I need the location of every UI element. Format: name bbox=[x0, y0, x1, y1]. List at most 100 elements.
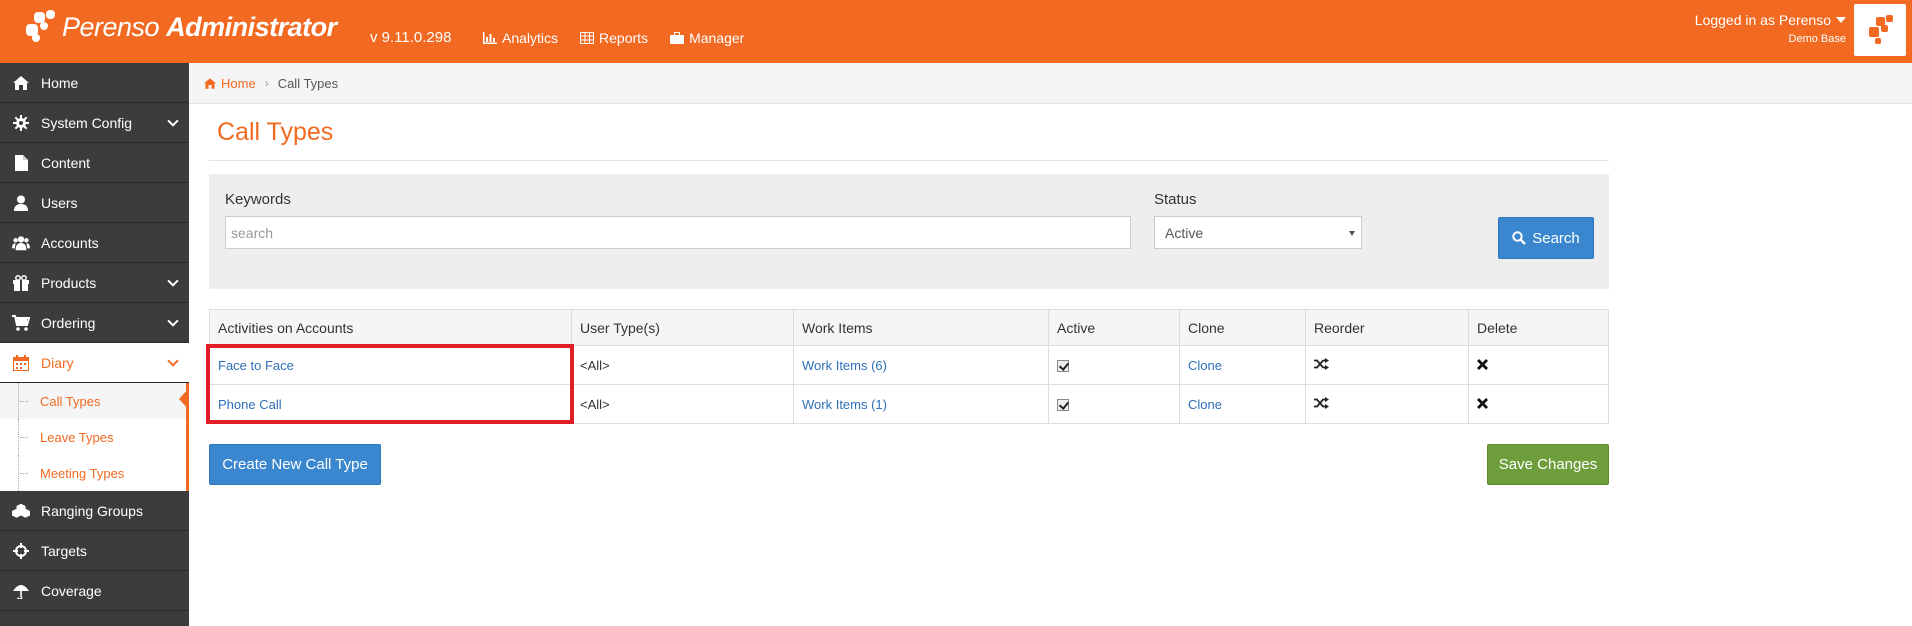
save-changes-button[interactable]: Save Changes bbox=[1487, 444, 1609, 485]
call-type-name-link[interactable]: Face to Face bbox=[209, 345, 572, 385]
clone-link[interactable]: Clone bbox=[1179, 345, 1306, 385]
file-icon bbox=[12, 154, 30, 172]
logo-mark-icon bbox=[24, 10, 58, 44]
active-cell bbox=[1048, 384, 1180, 424]
status-select[interactable]: Active bbox=[1154, 216, 1362, 249]
nav-manager-label: Manager bbox=[689, 30, 745, 46]
reorder-cell bbox=[1305, 384, 1469, 424]
top-nav: Analytics Reports Manager bbox=[483, 30, 744, 46]
clone-link[interactable]: Clone bbox=[1179, 384, 1306, 424]
col-header-delete[interactable]: Delete bbox=[1468, 309, 1609, 346]
shuffle-icon[interactable] bbox=[1314, 396, 1329, 409]
user-icon bbox=[12, 194, 30, 212]
sidebar-item-label: Ordering bbox=[41, 314, 96, 331]
page-title: Call Types bbox=[217, 118, 334, 146]
user-menu[interactable]: Logged in as Perenso Demo Base bbox=[1695, 12, 1846, 45]
chevron-down-icon bbox=[167, 315, 179, 327]
sidebar-item-users[interactable]: Users bbox=[0, 183, 189, 223]
create-new-call-type-button[interactable]: Create New Call Type bbox=[209, 444, 381, 485]
delete-cell bbox=[1468, 384, 1609, 424]
sidebar-item-home[interactable]: Home bbox=[0, 63, 189, 103]
user-types-cell: <All> bbox=[571, 384, 794, 424]
active-checkbox[interactable] bbox=[1057, 399, 1069, 412]
col-header-work-items[interactable]: Work Items bbox=[793, 309, 1049, 346]
crosshair-icon bbox=[12, 542, 30, 560]
sidebar-item-label: Content bbox=[41, 154, 91, 171]
table-row: Face to Face <All> Work Items (6) Clone bbox=[209, 345, 1609, 385]
gear-icon bbox=[12, 114, 30, 132]
sidebar-item-system-config[interactable]: System Config bbox=[0, 103, 189, 143]
sidebar-item-coverage[interactable]: Coverage bbox=[0, 571, 189, 611]
sidebar-item-label: Accounts bbox=[41, 234, 99, 251]
perenso-logo[interactable]: Perenso Administrator bbox=[24, 10, 337, 44]
sidebar-item-label: System Config bbox=[41, 114, 133, 131]
sidebar-item-products[interactable]: Products bbox=[0, 263, 189, 303]
status-label: Status bbox=[1154, 191, 1197, 208]
keywords-input[interactable]: search bbox=[225, 216, 1131, 249]
sidebar-item-content[interactable]: Content bbox=[0, 143, 189, 183]
filter-panel: Keywords search Status Active Search bbox=[209, 174, 1609, 289]
col-header-user-types[interactable]: User Type(s) bbox=[571, 309, 794, 346]
sidebar-item-accounts[interactable]: Accounts bbox=[0, 223, 189, 263]
col-header-active[interactable]: Active bbox=[1048, 309, 1180, 346]
avatar[interactable] bbox=[1854, 4, 1906, 56]
work-items-link[interactable]: Work Items (6) bbox=[793, 345, 1049, 385]
sidebar-item-targets[interactable]: Targets bbox=[0, 531, 189, 571]
call-type-name-link[interactable]: Phone Call bbox=[209, 384, 572, 424]
users-icon bbox=[12, 234, 30, 252]
sidebar-item-diary[interactable]: Diary bbox=[0, 343, 189, 383]
breadcrumb-home-link[interactable]: Home bbox=[204, 76, 256, 91]
work-items-link[interactable]: Work Items (1) bbox=[793, 384, 1049, 424]
brand-avatar-icon bbox=[1869, 15, 1893, 44]
home-icon bbox=[12, 74, 30, 92]
sidebar-item-ranging-groups[interactable]: Ranging Groups bbox=[0, 491, 189, 531]
nav-manager[interactable]: Manager bbox=[670, 30, 744, 46]
col-header-reorder[interactable]: Reorder bbox=[1305, 309, 1469, 346]
sidebar-item-ordering[interactable]: Ordering bbox=[0, 303, 189, 343]
sidebar-subitem-label: Leave Types bbox=[40, 429, 114, 445]
sidebar-subitem-leave-types[interactable]: Leave Types bbox=[0, 419, 186, 455]
search-button[interactable]: Search bbox=[1498, 217, 1594, 259]
shuffle-icon[interactable] bbox=[1314, 357, 1329, 370]
save-button-label: Save Changes bbox=[1498, 456, 1598, 473]
home-icon bbox=[204, 77, 216, 89]
breadcrumb-current: Call Types bbox=[277, 75, 339, 91]
sidebar-subitem-meeting-types[interactable]: Meeting Types bbox=[0, 455, 186, 491]
user-types-cell: <All> bbox=[571, 345, 794, 385]
sidebar-item-label: Ranging Groups bbox=[41, 502, 143, 519]
breadcrumb-separator: › bbox=[264, 76, 269, 90]
active-checkbox[interactable] bbox=[1057, 360, 1069, 373]
delete-cell bbox=[1468, 345, 1609, 385]
status-selected-value: Active bbox=[1165, 224, 1204, 241]
sidebar-item-label: Users bbox=[41, 194, 78, 211]
caret-down-icon bbox=[1836, 17, 1846, 23]
search-icon bbox=[1512, 231, 1527, 245]
sidebar-item-label: Home bbox=[41, 74, 79, 91]
top-bar: Perenso Administrator v 9.11.0.298 Analy… bbox=[0, 0, 1912, 63]
calendar-icon bbox=[12, 354, 30, 372]
table-row: Phone Call <All> Work Items (1) Clone bbox=[209, 384, 1609, 424]
breadcrumb: Home › Call Types bbox=[189, 63, 1912, 104]
chevron-down-icon bbox=[167, 115, 179, 127]
col-header-clone[interactable]: Clone bbox=[1179, 309, 1306, 346]
reorder-cell bbox=[1305, 345, 1469, 385]
chevron-down-icon bbox=[167, 275, 179, 287]
sidebar-subitem-label: Meeting Types bbox=[40, 465, 125, 481]
delete-x-icon[interactable] bbox=[1477, 358, 1488, 370]
database-label: Demo Base bbox=[1788, 33, 1846, 45]
nav-analytics-label: Analytics bbox=[502, 30, 559, 46]
nav-analytics[interactable]: Analytics bbox=[483, 30, 558, 46]
table-icon bbox=[580, 32, 595, 44]
create-button-label: Create New Call Type bbox=[222, 456, 368, 473]
col-header-activities[interactable]: Activities on Accounts bbox=[209, 309, 572, 346]
sidebar-item-label: Targets bbox=[41, 542, 87, 559]
search-button-label: Search bbox=[1532, 229, 1580, 247]
table-header-row: Activities on Accounts User Type(s) Work… bbox=[209, 309, 1609, 346]
gift-icon bbox=[12, 274, 30, 292]
delete-x-icon[interactable] bbox=[1477, 397, 1488, 409]
sidebar-subitem-call-types[interactable]: Call Types bbox=[0, 383, 189, 419]
title-divider bbox=[209, 160, 1609, 161]
dropdown-arrow-icon bbox=[1349, 231, 1355, 236]
sidebar: Home System Config Content Users Account… bbox=[0, 63, 189, 626]
nav-reports[interactable]: Reports bbox=[580, 30, 648, 46]
